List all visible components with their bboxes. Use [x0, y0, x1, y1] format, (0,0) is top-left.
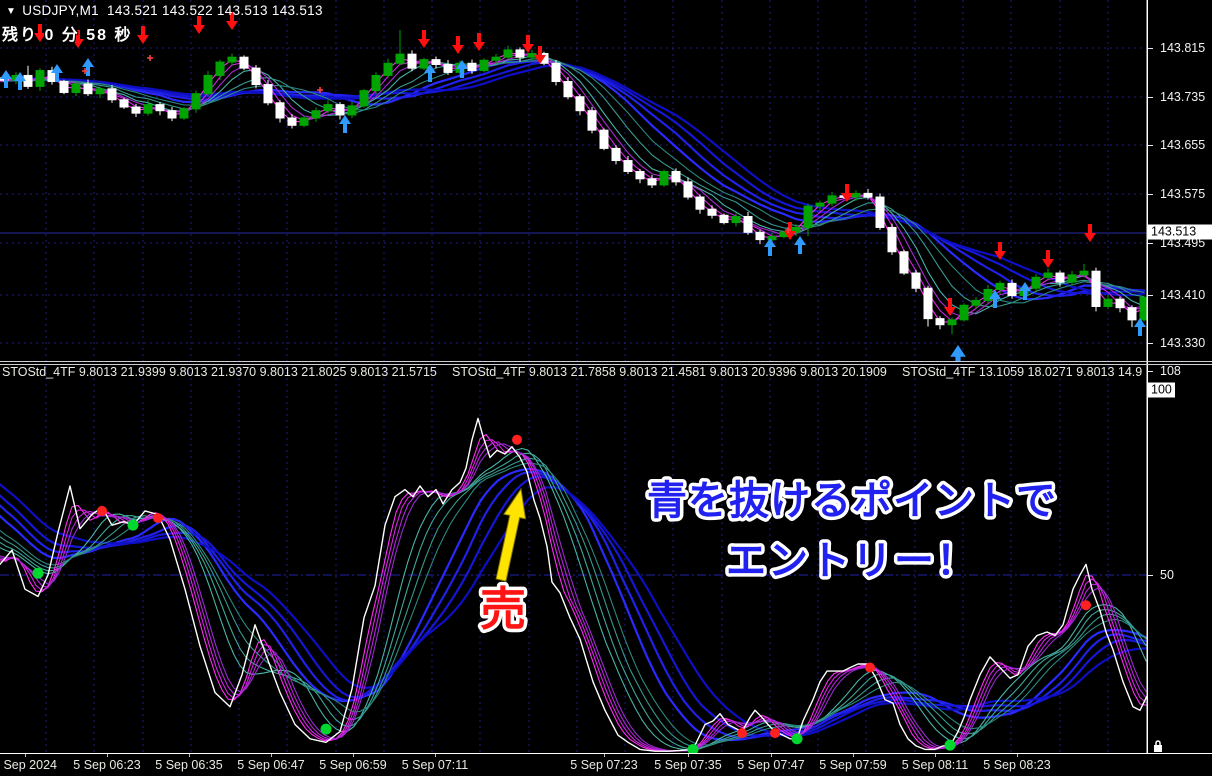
price-axis-label: 143.575: [1160, 187, 1206, 201]
buy-arrow-icon: [794, 236, 806, 254]
price-tick: [1148, 295, 1153, 296]
indicator-tick: [1148, 371, 1153, 372]
scale-lock-icon[interactable]: [1151, 739, 1165, 753]
price-tick: [1148, 48, 1153, 49]
indicator-axis-label: 50: [1160, 568, 1174, 582]
entry-annotation-line1: 青を抜けるポイントで: [647, 478, 1057, 524]
trough-dot-green: [791, 733, 803, 745]
time-axis-label: 5 Sep 06:35: [155, 758, 223, 772]
peak-dot-red: [153, 513, 163, 524]
time-tick: [688, 754, 689, 757]
peak-dot-red: [737, 728, 747, 739]
price-tick: [1148, 97, 1153, 98]
buy-arrow-icon: [0, 70, 12, 88]
price-tick: [1148, 243, 1153, 244]
time-axis-label: 5 Sep 2024: [0, 758, 57, 772]
price-tick: [1148, 343, 1153, 344]
time-tick: [189, 754, 190, 757]
time-tick: [353, 754, 354, 757]
time-axis-label: 5 Sep 06:47: [237, 758, 305, 772]
price-tick: [1148, 145, 1153, 146]
mt4-chart-window: 売 青を抜けるポイントで エントリー！ ▼ USDJPY,M1 143.521 143…: [0, 0, 1212, 776]
time-axis-label: 5 Sep 08:11: [901, 758, 969, 772]
price-axis-label: 143.655: [1160, 138, 1206, 152]
price-scale[interactable]: 143.815 143.735 143.655 143.575 143.495 143.4…: [1147, 0, 1212, 753]
sell-arrow-icon: [784, 222, 796, 240]
price-axis-label: 143.410: [1160, 288, 1206, 302]
time-axis-label: 5 Sep 07:23: [570, 758, 638, 772]
time-axis-label: 5 Sep 06:23: [73, 758, 141, 772]
stoch-ribbon: [0, 417, 1147, 752]
indicator-header-label: STOStd_4TF 13.1059 18.0271 9.8013 14.9: [902, 365, 1143, 379]
time-tick: [771, 754, 772, 757]
current-price-label: 143.513: [1148, 224, 1212, 240]
time-tick: [107, 754, 108, 757]
time-tick: [853, 754, 854, 757]
time-tick: [271, 754, 272, 757]
indicator-header-label: STOStd_4TF 9.8013 21.7858 9.8013 21.4581…: [452, 365, 887, 379]
chart-area[interactable]: 売 青を抜けるポイントでエントリー！: [0, 0, 1212, 776]
price-axis-label: 143.815: [1160, 41, 1206, 55]
sell-arrow-icon: [452, 36, 464, 54]
entry-cross-icon: [147, 55, 153, 61]
time-axis-label: 5 Sep 07:11: [401, 758, 469, 772]
price-axis-label: 143.330: [1160, 336, 1206, 350]
time-axis-border: [0, 753, 1212, 754]
time-tick: [1017, 754, 1018, 757]
trough-dot-green: [944, 739, 956, 751]
peak-dot-red: [97, 505, 107, 516]
buy-arrow-icon: [82, 58, 94, 76]
buy-arrow-icon: [764, 238, 776, 256]
chevron-down-icon[interactable]: ▼: [6, 6, 16, 17]
time-axis[interactable]: 5 Sep 2024 5 Sep 06:23 5 Sep 06:35 5 Sep 06…: [0, 754, 1212, 776]
price-axis-label: 143.735: [1160, 90, 1206, 104]
trough-dot-green: [32, 567, 44, 579]
indicator-axis-label: 108: [1160, 364, 1181, 378]
indicator-header-label: STOStd_4TF 9.8013 21.9399 9.8013 21.9370…: [2, 365, 437, 379]
trough-dot-green: [127, 519, 139, 531]
time-tick: [435, 754, 436, 757]
time-tick: [604, 754, 605, 757]
time-axis-label: 5 Sep 07:59: [819, 758, 887, 772]
candle-timer-text: 残り 0 分 58 秒: [2, 27, 133, 44]
sell-arrow-icon: [1042, 250, 1054, 268]
sell-annotation-arrow-icon: [495, 487, 527, 582]
symbol-ohlc-text: USDJPY,M1 143.521 143.522 143.513 143.51…: [22, 3, 323, 18]
sell-arrow-icon: [137, 26, 149, 44]
price-tick: [1148, 194, 1153, 195]
symbol-header: ▼ USDJPY,M1 143.521 143.522 143.513 143.5…: [6, 3, 323, 18]
indicator-tick: [1148, 575, 1153, 576]
buy-arrow-icon: [339, 115, 351, 133]
time-tick: [935, 754, 936, 757]
peak-dot-red: [865, 662, 875, 673]
peak-dot-red: [512, 434, 522, 445]
peak-dot-red: [1081, 600, 1091, 611]
sell-arrow-icon: [1084, 224, 1096, 242]
indicator-axis-label: 100: [1148, 382, 1175, 398]
trough-dot-green: [320, 723, 332, 735]
time-axis-label: 5 Sep 06:59: [319, 758, 387, 772]
peak-dot-red: [770, 728, 780, 739]
time-tick: [25, 754, 26, 757]
time-axis-label: 5 Sep 08:23: [983, 758, 1051, 772]
time-axis-label: 5 Sep 07:35: [654, 758, 722, 772]
entry-annotation-line2: エントリー！: [726, 538, 978, 584]
sell-arrow-icon: [193, 16, 205, 34]
sell-label: 売: [480, 582, 526, 636]
time-axis-label: 5 Sep 07:47: [737, 758, 805, 772]
sell-arrow-icon: [994, 242, 1006, 260]
sell-arrow-icon: [418, 30, 430, 48]
subwindow-separator[interactable]: [0, 361, 1212, 362]
